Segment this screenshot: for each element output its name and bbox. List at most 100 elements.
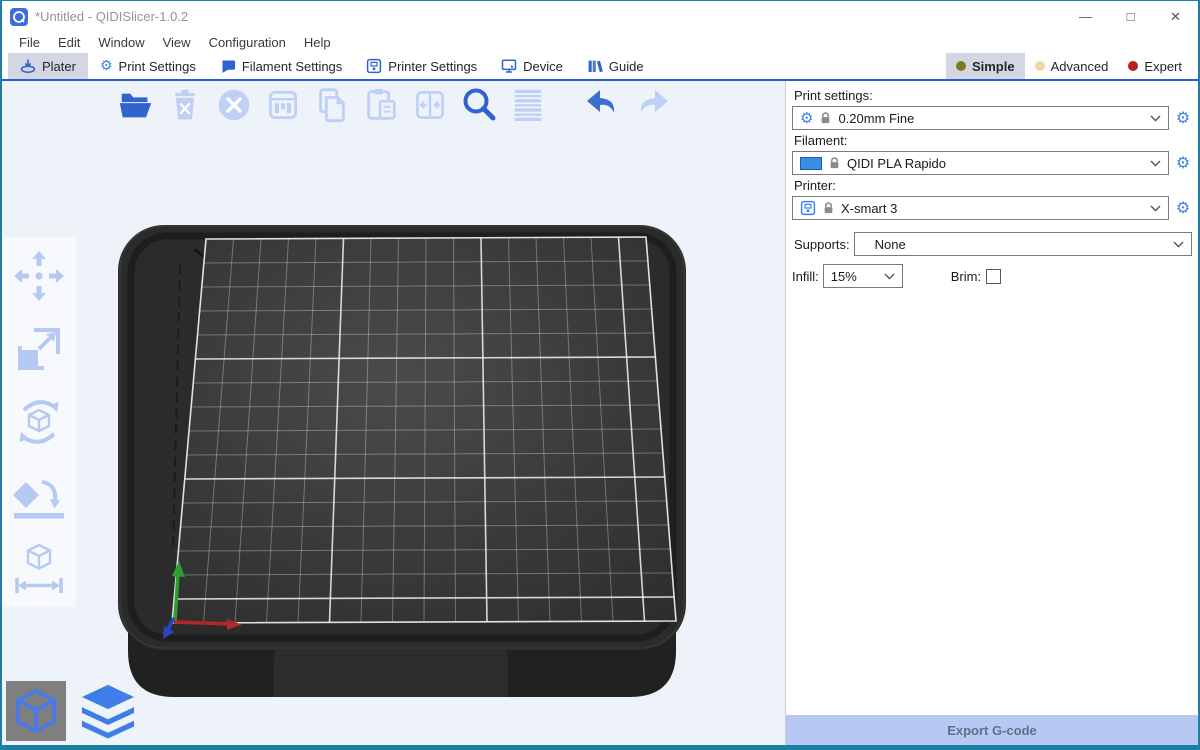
print-settings-gear-button[interactable]: ⚙: [1174, 110, 1192, 126]
menu-bar: File Edit Window View Configuration Help: [2, 32, 1198, 53]
supports-dropdown[interactable]: None: [854, 232, 1192, 256]
chevron-down-icon: [1150, 160, 1161, 167]
print-bed: [116, 223, 688, 701]
print-settings-dropdown[interactable]: ⚙ 0.20mm Fine: [792, 106, 1169, 130]
infill-dropdown[interactable]: 15%: [823, 264, 903, 288]
tab-guide[interactable]: Guide: [575, 53, 656, 79]
tab-printer-settings[interactable]: Printer Settings: [354, 53, 489, 79]
tab-label: Device: [523, 59, 563, 74]
supports-label: Supports:: [794, 237, 850, 252]
delete-button[interactable]: [165, 85, 205, 125]
main-area: Print settings: ⚙ 0.20mm Fine ⚙ Filament…: [2, 81, 1198, 745]
layers-icon: [79, 683, 137, 739]
menu-configuration[interactable]: Configuration: [200, 35, 295, 50]
app-window: *Untitled - QIDISlicer-1.0.2 — □ ✕ File …: [2, 1, 1198, 745]
filament-label: Filament:: [794, 133, 1192, 148]
app-logo-icon: [10, 8, 28, 26]
search-icon: [459, 84, 499, 126]
menu-view[interactable]: View: [154, 35, 200, 50]
printer-icon: [366, 58, 382, 74]
title-bar: *Untitled - QIDISlicer-1.0.2 — □ ✕: [2, 1, 1198, 32]
print-settings-label: Print settings:: [794, 88, 1192, 103]
tab-plater[interactable]: Plater: [8, 53, 88, 79]
place-on-face-tool-button[interactable]: [12, 468, 66, 522]
window-title: *Untitled - QIDISlicer-1.0.2: [35, 9, 188, 24]
tab-print-settings[interactable]: ⚙ Print Settings: [88, 53, 208, 79]
variable-layer-height-button[interactable]: [508, 85, 548, 125]
copy-button[interactable]: [312, 85, 352, 125]
paste-button[interactable]: [361, 85, 401, 125]
viewport-3d[interactable]: [2, 81, 785, 745]
mode-simple[interactable]: Simple: [946, 53, 1025, 79]
printer-label: Printer:: [794, 178, 1192, 193]
tab-label: Plater: [42, 59, 76, 74]
printer-dropdown[interactable]: X-smart 3: [792, 196, 1169, 220]
undo-button[interactable]: [583, 85, 623, 125]
lock-icon: [829, 156, 840, 170]
brim-checkbox[interactable]: [986, 269, 1001, 284]
infill-value: 15%: [831, 269, 884, 284]
scale-icon: [12, 322, 66, 376]
paste-icon: [362, 86, 400, 124]
split-view-icon: [412, 87, 448, 123]
open-file-button[interactable]: [116, 85, 156, 125]
filament-gear-button[interactable]: ⚙: [1174, 155, 1192, 171]
lock-icon: [823, 201, 834, 215]
advanced-mode-dot: [1035, 61, 1045, 71]
chevron-down-icon: [1150, 205, 1161, 212]
plater-toolbar: [116, 85, 672, 125]
filament-dropdown[interactable]: QIDI PLA Rapido: [792, 151, 1169, 175]
gear-icon: ⚙: [800, 111, 813, 126]
menu-file[interactable]: File: [10, 35, 49, 50]
rotate-tool-button[interactable]: [12, 395, 66, 449]
scale-tool-button[interactable]: [12, 322, 66, 376]
printer-gear-button[interactable]: ⚙: [1174, 200, 1192, 216]
undo-icon: [583, 85, 623, 125]
move-tool-button[interactable]: [12, 249, 66, 303]
cube-3d-icon: [10, 685, 62, 737]
chevron-down-icon: [884, 273, 895, 280]
view-switch: [6, 681, 138, 741]
simple-mode-dot: [956, 61, 966, 71]
close-button[interactable]: ✕: [1153, 1, 1198, 32]
mode-expert[interactable]: Expert: [1118, 53, 1192, 79]
redo-button[interactable]: [632, 85, 672, 125]
menu-edit[interactable]: Edit: [49, 35, 89, 50]
mode-label: Advanced: [1051, 59, 1109, 74]
delete-all-button[interactable]: [214, 85, 254, 125]
menu-window[interactable]: Window: [89, 35, 153, 50]
supports-value: None: [875, 237, 1173, 252]
redo-icon: [632, 85, 672, 125]
gear-icon: ⚙: [100, 59, 113, 73]
open-folder-icon: [117, 86, 155, 124]
mode-label: Simple: [972, 59, 1015, 74]
preview-layers-button[interactable]: [78, 681, 138, 741]
lock-icon: [820, 111, 831, 125]
tab-bar: Plater ⚙ Print Settings Filament Setting…: [2, 53, 1198, 81]
arrange-button[interactable]: [263, 85, 303, 125]
chevron-down-icon: [1173, 241, 1184, 248]
split-view-button[interactable]: [410, 85, 450, 125]
tab-device[interactable]: Device: [489, 53, 575, 79]
search-button[interactable]: [459, 85, 499, 125]
export-gcode-button[interactable]: Export G-code: [786, 715, 1198, 745]
tab-label: Guide: [609, 59, 644, 74]
rotate-icon: [12, 395, 66, 449]
copy-icon: [313, 86, 351, 124]
menu-help[interactable]: Help: [295, 35, 340, 50]
tab-filament-settings[interactable]: Filament Settings: [208, 53, 354, 79]
expert-mode-dot: [1128, 61, 1138, 71]
minimize-button[interactable]: —: [1063, 1, 1108, 32]
tab-label: Filament Settings: [242, 59, 342, 74]
settings-panel: Print settings: ⚙ 0.20mm Fine ⚙ Filament…: [785, 81, 1198, 745]
printer-icon: [800, 200, 816, 216]
filament-color-swatch: [800, 157, 822, 170]
tab-label: Printer Settings: [388, 59, 477, 74]
measure-tool-button[interactable]: [12, 541, 66, 595]
print-settings-value: 0.20mm Fine: [838, 111, 1143, 126]
tab-label: Print Settings: [119, 59, 196, 74]
move-icon: [12, 249, 66, 303]
editor-3d-view-button[interactable]: [6, 681, 66, 741]
maximize-button[interactable]: □: [1108, 1, 1153, 32]
mode-advanced[interactable]: Advanced: [1025, 53, 1119, 79]
